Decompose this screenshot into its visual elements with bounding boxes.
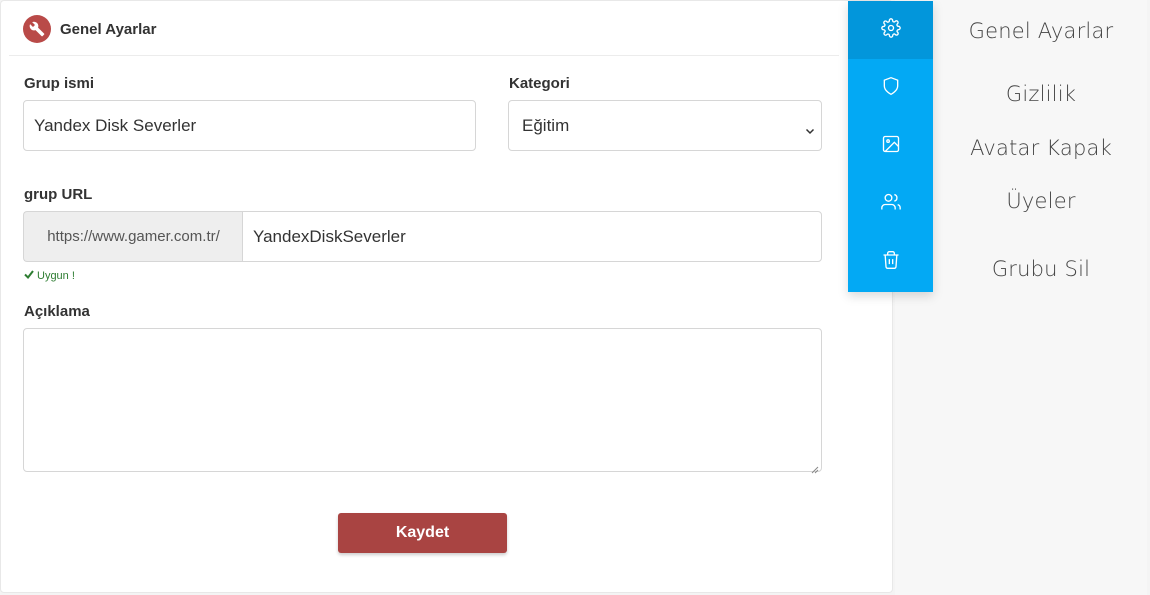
- validation-text: Uygun !: [37, 269, 75, 282]
- url-validation-message: Uygun !: [24, 269, 75, 282]
- nav-label-avatar[interactable]: Avatar Kapak: [935, 136, 1147, 160]
- check-icon: [24, 269, 34, 282]
- rail-item-avatar[interactable]: [848, 117, 933, 175]
- group-url-label: grup URL: [24, 186, 93, 203]
- rail-item-delete[interactable]: [848, 233, 933, 291]
- page-title: Genel Ayarlar: [60, 20, 157, 38]
- users-icon: [880, 192, 902, 217]
- url-prefix: https://www.gamer.com.tr/: [23, 211, 243, 262]
- category-select[interactable]: Eğitim: [508, 100, 822, 151]
- group-name-label: Grup ismi: [24, 75, 95, 92]
- wrench-icon: [23, 15, 51, 43]
- group-name-value: Yandex Disk Severler: [34, 115, 197, 135]
- card-header: Genel Ayarlar: [9, 3, 839, 56]
- gear-icon: [880, 17, 901, 43]
- nav-label-delete[interactable]: Grubu Sil: [935, 257, 1147, 281]
- icon-rail: [848, 1, 933, 292]
- group-url-input[interactable]: YandexDiskSeverler: [242, 211, 822, 262]
- nav-label-privacy[interactable]: Gizlilik: [935, 82, 1147, 106]
- category-selected-value: Eğitim: [522, 115, 570, 135]
- nav-label-members[interactable]: Üyeler: [935, 189, 1147, 213]
- save-button[interactable]: Kaydet: [338, 513, 507, 553]
- group-url-value: YandexDiskSeverler: [253, 226, 406, 246]
- shield-icon: [881, 76, 901, 101]
- rail-item-privacy[interactable]: [848, 59, 933, 117]
- nav-label-general[interactable]: Genel Ayarlar: [935, 19, 1147, 43]
- description-label: Açıklama: [24, 303, 90, 320]
- image-icon: [881, 134, 901, 159]
- group-name-input[interactable]: Yandex Disk Severler: [23, 100, 476, 151]
- chevron-down-icon: [805, 121, 815, 134]
- settings-card: Genel Ayarlar Grup ismi Yandex Disk Seve…: [0, 0, 893, 593]
- description-textarea[interactable]: [23, 328, 822, 474]
- trash-icon: [881, 250, 901, 275]
- category-label: Kategori: [509, 75, 570, 92]
- resize-grip-icon[interactable]: [811, 461, 819, 474]
- rail-item-general[interactable]: [848, 1, 933, 59]
- rail-item-members[interactable]: [848, 175, 933, 233]
